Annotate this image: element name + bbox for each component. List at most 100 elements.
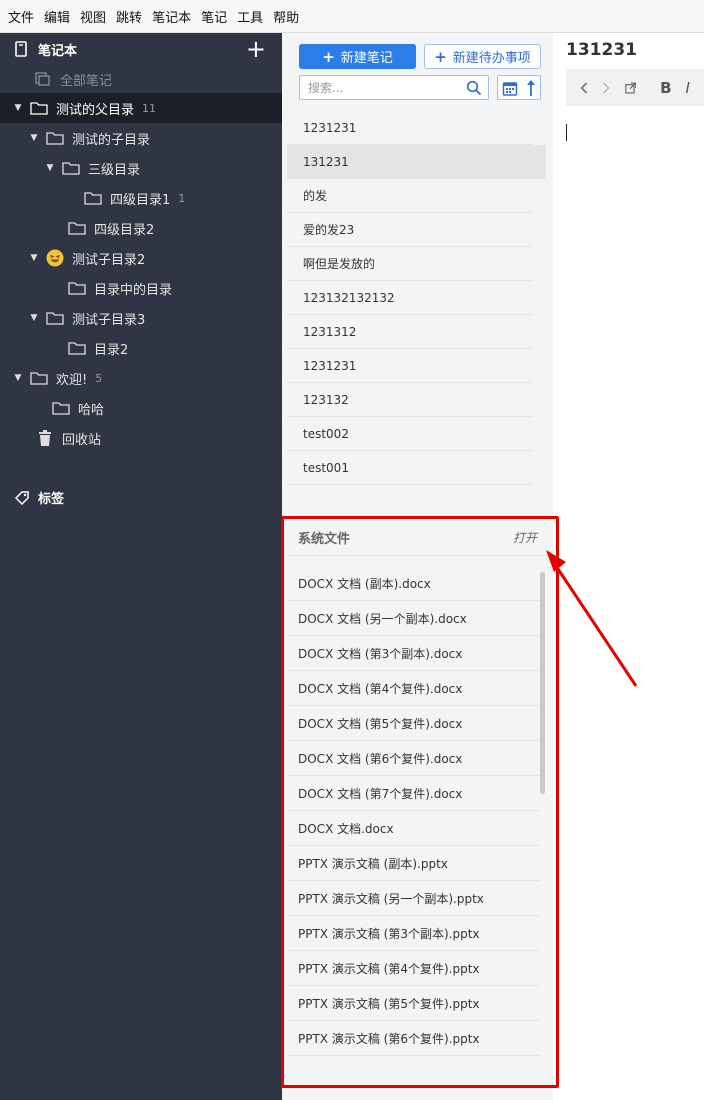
list-item[interactable]: 1231231 <box>287 111 533 145</box>
caret-down-icon[interactable]: ▼ <box>28 133 40 143</box>
file-item[interactable]: PPTX 演示文稿 (第3个副本).pptx <box>288 916 540 951</box>
sidebar-item-sub-folder-3[interactable]: ▼ 测试子目录3 <box>0 303 282 333</box>
folder-icon <box>46 132 64 145</box>
sidebar-item-haha[interactable]: 哈哈 <box>0 393 282 423</box>
menu-go[interactable]: 跳转 <box>114 7 144 26</box>
tags-header[interactable]: 标签 <box>14 488 64 507</box>
menu-help[interactable]: 帮助 <box>271 7 301 26</box>
sidebar-item-parent-folder[interactable]: ▼ 测试的父目录 11 <box>0 93 282 123</box>
menu-notebook[interactable]: 笔记本 <box>150 7 193 26</box>
file-item[interactable]: PPTX 演示文稿 (另一个副本).pptx <box>288 881 540 916</box>
sidebar-item-sub-folder-2[interactable]: ▼ 测试子目录2 <box>0 243 282 273</box>
sidebar-item-label: 测试的子目录 <box>72 132 151 148</box>
list-item[interactable]: 的发 <box>287 179 533 213</box>
sidebar-item-nested-folder[interactable]: 目录中的目录 <box>0 273 282 303</box>
menu-view[interactable]: 视图 <box>78 7 108 26</box>
file-item[interactable]: PPTX 演示文稿 (第6个复件).pptx <box>288 1021 540 1056</box>
bold-button[interactable]: B <box>660 79 671 97</box>
sidebar-item-level4-folder-2[interactable]: 四级目录2 <box>0 213 282 243</box>
sidebar-item-welcome[interactable]: ▼ 欢迎! 5 <box>0 363 282 393</box>
file-item[interactable]: PPTX 演示文稿 (第4个复件).pptx <box>288 951 540 986</box>
tag-icon <box>14 490 29 505</box>
list-item[interactable]: 1231312 <box>287 315 533 349</box>
search-placeholder: 搜索... <box>308 81 344 95</box>
menu-file[interactable]: 文件 <box>6 7 36 26</box>
file-item[interactable]: DOCX 文档.docx <box>288 811 540 846</box>
tags-header-label: 标签 <box>38 492 65 507</box>
list-item[interactable]: test002 <box>287 417 533 451</box>
note-title[interactable]: 131231 <box>566 40 637 60</box>
sidebar-item-label: 目录中的目录 <box>94 282 173 298</box>
menu-bar: 文件 编辑 视图 跳转 笔记本 笔记 工具 帮助 <box>0 0 704 33</box>
note-count: 1 <box>178 191 186 205</box>
sidebar-item-level3-folder[interactable]: ▼ 三级目录 <box>0 153 282 183</box>
folder-icon <box>68 342 86 355</box>
annotation-arrow <box>546 550 638 687</box>
list-item-selected[interactable]: 131231 <box>287 145 546 179</box>
sidebar-item-label: 全部笔记 <box>60 73 113 89</box>
open-link[interactable]: 打开 <box>513 529 537 546</box>
sidebar-item-label: 测试子目录3 <box>72 312 146 328</box>
plus-icon: + <box>322 47 335 66</box>
calendar-icon[interactable] <box>502 80 518 96</box>
list-item[interactable]: 123132132132 <box>287 281 533 315</box>
notebook-icon <box>15 41 27 57</box>
menu-note[interactable]: 笔记 <box>199 7 229 26</box>
folder-icon <box>84 192 102 205</box>
sidebar-item-trash[interactable]: 回收站 <box>0 423 282 453</box>
system-files-title: 系统文件 <box>298 532 351 547</box>
italic-button[interactable]: I <box>686 79 690 97</box>
file-item[interactable]: DOCX 文档 (第7个复件).docx <box>288 776 540 811</box>
sidebar-item-label: 欢迎! <box>56 372 88 388</box>
sidebar-item-label: 测试的父目录 <box>56 102 135 118</box>
list-item[interactable]: test001 <box>287 451 533 485</box>
file-item[interactable]: DOCX 文档 (副本).docx <box>288 566 540 601</box>
file-item[interactable]: DOCX 文档 (第4个复件).docx <box>288 671 540 706</box>
back-icon[interactable] <box>580 81 588 95</box>
menu-tools[interactable]: 工具 <box>235 7 265 26</box>
folder-icon <box>52 402 70 415</box>
folder-icon <box>30 372 48 385</box>
caret-down-icon[interactable]: ▼ <box>44 163 56 173</box>
caret-down-icon[interactable]: ▼ <box>28 313 40 323</box>
caret-down-icon[interactable]: ▼ <box>28 253 40 263</box>
caret-down-icon[interactable]: ▼ <box>12 373 24 383</box>
list-item[interactable]: 1231231 <box>287 349 533 383</box>
add-notebook-icon[interactable]: + <box>246 35 266 63</box>
editor-toolbar: B I <box>566 69 704 106</box>
sort-controls <box>497 75 541 100</box>
list-item[interactable]: 啊但是发放的 <box>287 247 533 281</box>
search-icon[interactable] <box>466 80 482 96</box>
search-input[interactable]: 搜索... <box>299 75 489 100</box>
system-files-panel: 系统文件 打开 DOCX 文档 (副本).docx DOCX 文档 (另一个副本… <box>288 520 547 1068</box>
new-todo-label: 新建待办事项 <box>452 51 531 66</box>
sidebar-item-label: 哈哈 <box>78 402 105 418</box>
note-list-panel: + 新建笔记 + 新建待办事项 搜索... 1231231 131231 的发 … <box>282 33 553 1100</box>
plus-icon: + <box>434 47 447 66</box>
file-item[interactable]: PPTX 演示文稿 (第5个复件).pptx <box>288 986 540 1021</box>
list-item[interactable]: 爱的发23 <box>287 213 533 247</box>
forward-icon[interactable] <box>602 81 610 95</box>
file-item[interactable]: DOCX 文档 (另一个副本).docx <box>288 601 540 636</box>
folder-icon <box>68 282 86 295</box>
sidebar-item-all-notes[interactable]: 全部笔记 <box>0 65 282 93</box>
note-count: 5 <box>95 371 103 385</box>
new-note-label: 新建笔记 <box>340 51 393 66</box>
sidebar-item-folder-2[interactable]: 目录2 <box>0 333 282 363</box>
sort-arrow-up-icon[interactable] <box>526 79 536 97</box>
file-item[interactable]: DOCX 文档 (第3个副本).docx <box>288 636 540 671</box>
all-notes-icon <box>35 72 50 86</box>
list-item[interactable]: 123132 <box>287 383 533 417</box>
caret-down-icon[interactable]: ▼ <box>12 103 24 113</box>
menu-edit[interactable]: 编辑 <box>42 7 72 26</box>
sidebar-item-child-folder[interactable]: ▼ 测试的子目录 <box>0 123 282 153</box>
new-todo-button[interactable]: + 新建待办事项 <box>424 44 541 69</box>
notebook-header: 笔记本 + <box>0 33 282 65</box>
new-note-button[interactable]: + 新建笔记 <box>299 44 416 69</box>
sidebar: 笔记本 + 全部笔记 ▼ 测试的父目录 11 ▼ 测试的子目录 ▼ 三级目录 四… <box>0 33 282 1100</box>
file-item[interactable]: DOCX 文档 (第6个复件).docx <box>288 741 540 776</box>
sidebar-item-level4-folder-1[interactable]: 四级目录1 1 <box>0 183 282 213</box>
file-item[interactable]: DOCX 文档 (第5个复件).docx <box>288 706 540 741</box>
file-item[interactable]: PPTX 演示文稿 (副本).pptx <box>288 846 540 881</box>
external-link-icon[interactable] <box>624 81 637 95</box>
